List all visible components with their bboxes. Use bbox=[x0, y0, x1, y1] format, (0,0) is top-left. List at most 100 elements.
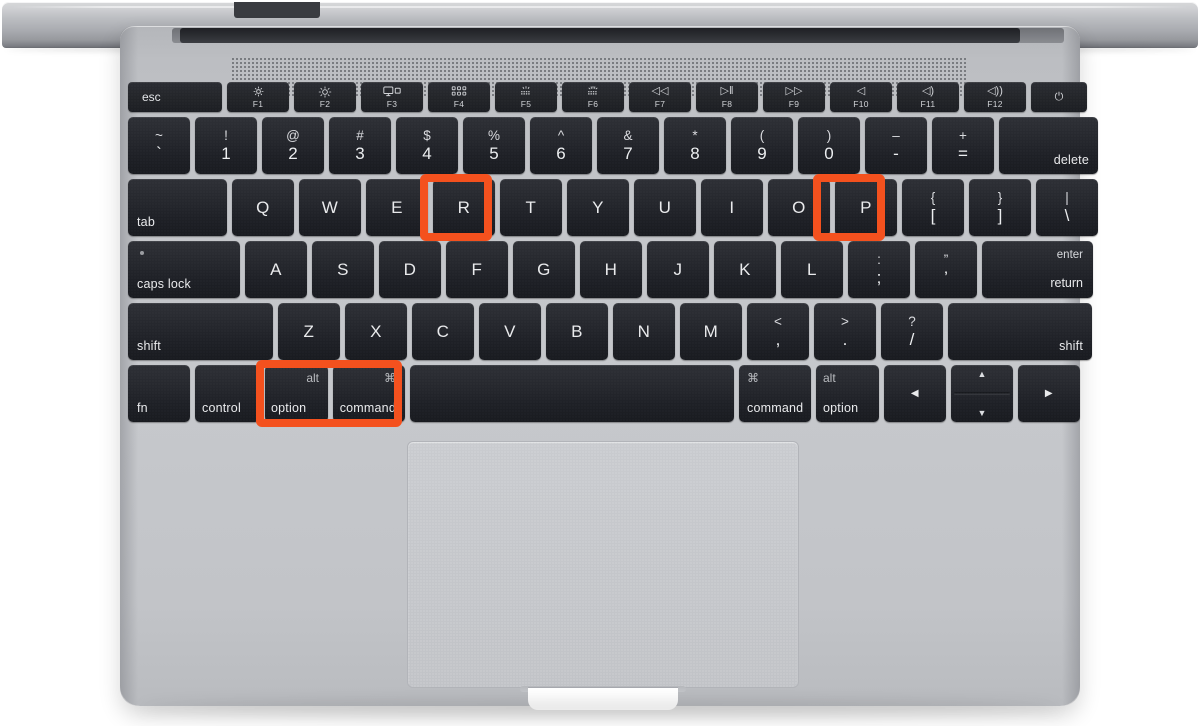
key-c[interactable]: C bbox=[412, 303, 474, 360]
key-f9[interactable]: ▷▷ F9 bbox=[763, 82, 825, 112]
volume-up-icon: ◁)) bbox=[987, 85, 1003, 97]
key-d[interactable]: D bbox=[379, 241, 441, 298]
key-q[interactable]: Q bbox=[232, 179, 294, 236]
key-f6-label: F6 bbox=[587, 99, 599, 109]
key-x-label: X bbox=[370, 321, 382, 341]
arrow-down-icon[interactable]: ▼ bbox=[951, 408, 1013, 418]
key-return-enter-label: enter bbox=[1056, 249, 1083, 261]
key-minus[interactable]: – - bbox=[865, 117, 927, 174]
key-f6[interactable]: F6 bbox=[562, 82, 624, 112]
key-i[interactable]: I bbox=[701, 179, 763, 236]
key-h[interactable]: H bbox=[580, 241, 642, 298]
arrow-left-icon: ◀ bbox=[910, 388, 920, 399]
key-fn[interactable]: fn bbox=[128, 365, 190, 422]
key-j-label: J bbox=[673, 259, 683, 279]
key-comma[interactable]: < , bbox=[747, 303, 809, 360]
key-command-right[interactable]: ⌘ command bbox=[739, 365, 811, 422]
key-option-right-alt-label: alt bbox=[823, 371, 836, 385]
key-semicolon[interactable]: : ; bbox=[848, 241, 910, 298]
key-t[interactable]: T bbox=[500, 179, 562, 236]
key-k[interactable]: K bbox=[714, 241, 776, 298]
key-caps-lock-label: caps lock bbox=[137, 277, 191, 291]
key-backtick[interactable]: ~ ` bbox=[128, 117, 190, 174]
key-f8-label: F8 bbox=[721, 99, 733, 109]
key-bracket-right[interactable]: } ] bbox=[969, 179, 1031, 236]
key-0[interactable]: ) 0 bbox=[798, 117, 860, 174]
key-f8[interactable]: ▷‖ F8 bbox=[696, 82, 758, 112]
key-v[interactable]: V bbox=[479, 303, 541, 360]
key-option-left[interactable]: alt option bbox=[265, 365, 328, 422]
key-n[interactable]: N bbox=[613, 303, 675, 360]
key-b[interactable]: B bbox=[546, 303, 608, 360]
key-delete[interactable]: delete bbox=[999, 117, 1098, 174]
key-f1[interactable]: F1 bbox=[227, 82, 289, 112]
key-bracket-left[interactable]: { [ bbox=[902, 179, 964, 236]
key-f5-label: F5 bbox=[520, 99, 532, 109]
key-3[interactable]: # 3 bbox=[329, 117, 391, 174]
key-f7[interactable]: ◁◁ F7 bbox=[629, 82, 691, 112]
key-f12[interactable]: ◁)) F12 bbox=[964, 82, 1026, 112]
key-8[interactable]: * 8 bbox=[664, 117, 726, 174]
key-equals[interactable]: + = bbox=[932, 117, 994, 174]
key-s[interactable]: S bbox=[312, 241, 374, 298]
key-f12-label: F12 bbox=[987, 99, 1003, 109]
key-command-left[interactable]: ⌘ command bbox=[333, 365, 405, 422]
key-arrow-right[interactable]: ▶ bbox=[1018, 365, 1080, 422]
key-period[interactable]: > . bbox=[814, 303, 876, 360]
key-9[interactable]: ( 9 bbox=[731, 117, 793, 174]
key-j[interactable]: J bbox=[647, 241, 709, 298]
arrow-up-icon[interactable]: ▲ bbox=[951, 369, 1013, 379]
key-tab[interactable]: tab bbox=[128, 179, 227, 236]
key-caps-lock[interactable]: caps lock bbox=[128, 241, 240, 298]
key-space[interactable] bbox=[410, 365, 734, 422]
key-w[interactable]: W bbox=[299, 179, 361, 236]
key-0-shift-label: ) bbox=[826, 127, 832, 143]
key-f[interactable]: F bbox=[446, 241, 508, 298]
key-o[interactable]: O bbox=[768, 179, 830, 236]
key-5[interactable]: % 5 bbox=[463, 117, 525, 174]
key-f3[interactable]: F3 bbox=[361, 82, 423, 112]
key-control[interactable]: control bbox=[195, 365, 260, 422]
key-semicolon-shift-label: : bbox=[877, 251, 881, 267]
key-esc[interactable]: esc bbox=[128, 82, 222, 112]
key-e[interactable]: E bbox=[366, 179, 428, 236]
key-comma-labels: < , bbox=[747, 303, 809, 360]
key-r[interactable]: R bbox=[433, 179, 495, 236]
key-backslash[interactable]: | \ bbox=[1036, 179, 1098, 236]
key-return[interactable]: enter return bbox=[982, 241, 1093, 298]
key-6[interactable]: ^ 6 bbox=[530, 117, 592, 174]
key-arrow-up-down[interactable]: ▲ ▼ bbox=[951, 365, 1013, 422]
key-a[interactable]: A bbox=[245, 241, 307, 298]
trackpad[interactable] bbox=[407, 441, 799, 688]
key-p[interactable]: P bbox=[835, 179, 897, 236]
key-option-right[interactable]: alt option bbox=[816, 365, 879, 422]
key-f4-label: F4 bbox=[453, 99, 465, 109]
key-m[interactable]: M bbox=[680, 303, 742, 360]
key-1[interactable]: ! 1 bbox=[195, 117, 257, 174]
key-l[interactable]: L bbox=[781, 241, 843, 298]
key-x[interactable]: X bbox=[345, 303, 407, 360]
key-g[interactable]: G bbox=[513, 241, 575, 298]
key-2[interactable]: @ 2 bbox=[262, 117, 324, 174]
key-n-label: N bbox=[637, 321, 651, 341]
key-u[interactable]: U bbox=[634, 179, 696, 236]
key-7[interactable]: & 7 bbox=[597, 117, 659, 174]
key-quote[interactable]: ” ’ bbox=[915, 241, 977, 298]
key-semicolon-labels: : ; bbox=[848, 241, 910, 298]
key-4[interactable]: $ 4 bbox=[396, 117, 458, 174]
key-z[interactable]: Z bbox=[278, 303, 340, 360]
macbook-keyboard-diagram: esc F1 F2 F3 F4 F5 F6 ◁◁ F7 ▷‖ F8 ▷▷ F9 … bbox=[0, 0, 1200, 726]
key-0-labels: ) 0 bbox=[798, 117, 860, 174]
key-f11[interactable]: ◁) F11 bbox=[897, 82, 959, 112]
key-shift-left[interactable]: shift bbox=[128, 303, 273, 360]
brightness-up-icon bbox=[294, 86, 356, 98]
key-y[interactable]: Y bbox=[567, 179, 629, 236]
key-f2[interactable]: F2 bbox=[294, 82, 356, 112]
key-f4[interactable]: F4 bbox=[428, 82, 490, 112]
key-f5[interactable]: F5 bbox=[495, 82, 557, 112]
key-power[interactable]: ⏻ bbox=[1031, 82, 1087, 112]
key-slash[interactable]: ? / bbox=[881, 303, 943, 360]
key-arrow-left[interactable]: ◀ bbox=[884, 365, 946, 422]
key-shift-right[interactable]: shift bbox=[948, 303, 1092, 360]
key-f10[interactable]: ◁ F10 bbox=[830, 82, 892, 112]
